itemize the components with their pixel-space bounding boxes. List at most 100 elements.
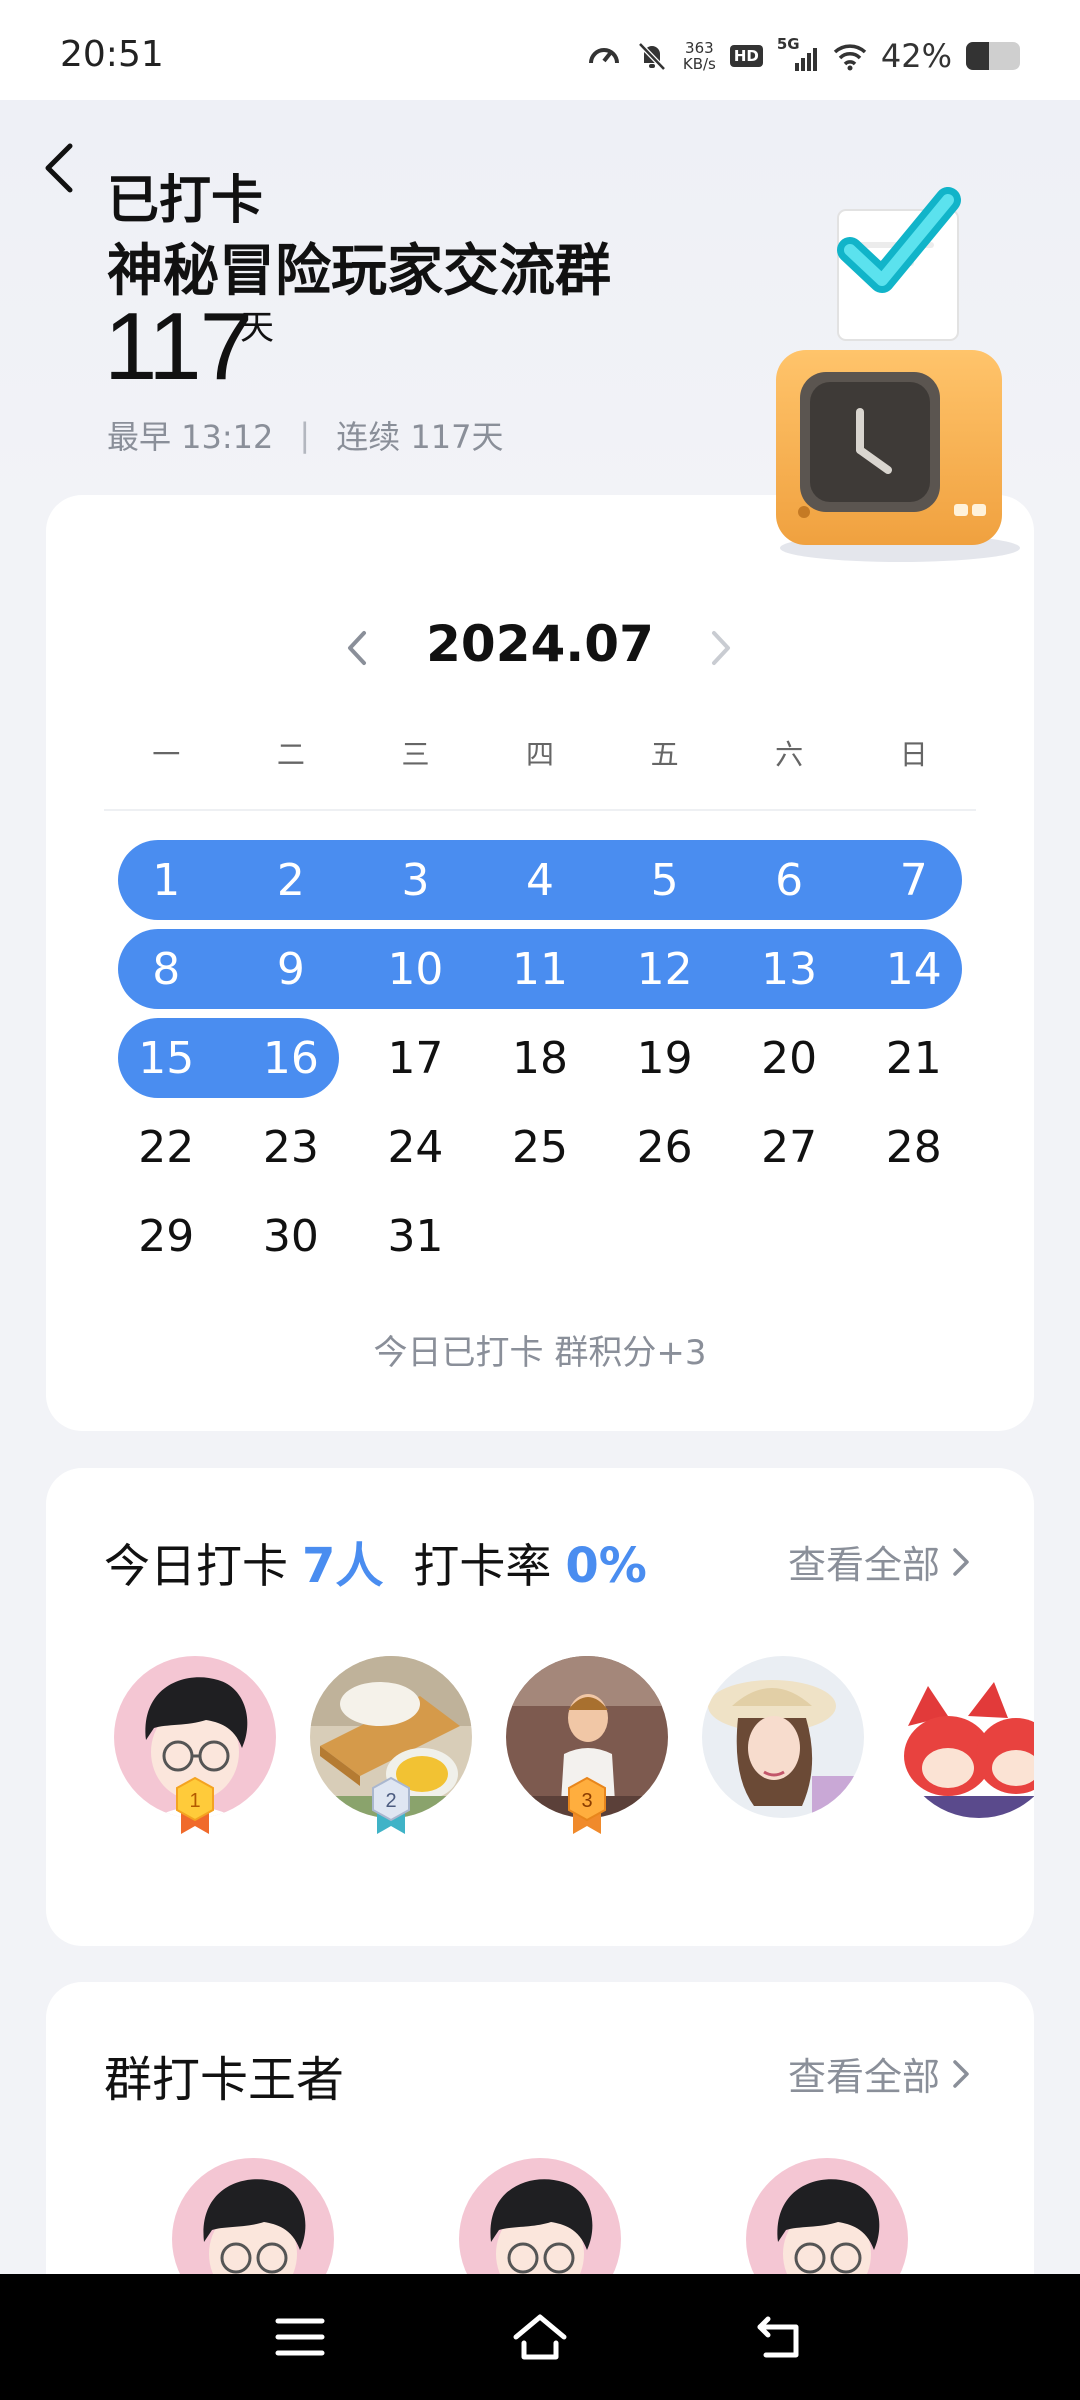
calendar-day[interactable]: 29	[104, 1196, 229, 1276]
calendar-day[interactable]: 24	[353, 1107, 478, 1187]
calendar-week-row: 1234567	[104, 840, 976, 929]
view-all-label: 查看全部	[787, 2055, 940, 2099]
calendar-week-row: 22 23 24 25 26 27 28	[104, 1107, 976, 1196]
calendar-day[interactable]: 2	[229, 840, 354, 920]
medal-rank-3: 3	[581, 1790, 592, 1812]
signal-5g-icon: 5G	[777, 35, 819, 73]
earliest-time: 最早 13:12	[107, 418, 274, 456]
weekday-label: 四	[526, 738, 555, 771]
calendar-day[interactable]: 3	[353, 840, 478, 920]
avatar[interactable]	[898, 1656, 1034, 1818]
weekday-label: 三	[401, 738, 430, 771]
king-view-all-link[interactable]: 查看全部	[788, 2046, 972, 2101]
status-bar: 20:51 363 KB/s HD 5G 42%	[0, 0, 1080, 100]
calendar-week-row: 29 30 31	[104, 1196, 976, 1285]
today-count: 7人	[302, 1538, 384, 1594]
checkin-days-count: 117	[104, 293, 253, 400]
weekday-label: 六	[775, 738, 804, 771]
weekday-label: 日	[899, 738, 928, 771]
today-checkin-card: 今日打卡 7人 打卡率 0% 查看全部 1 2 3	[46, 1468, 1034, 1946]
calendar-day[interactable]: 20	[727, 1018, 852, 1098]
calendar-day[interactable]: 18	[478, 1018, 603, 1098]
calendar-day[interactable]: 6	[727, 840, 852, 920]
today-avatar-list: 1 2 3	[114, 1656, 1034, 1846]
calendar-day[interactable]: 1	[104, 840, 229, 920]
next-month-button[interactable]	[700, 623, 740, 673]
calendar-day[interactable]: 26	[602, 1107, 727, 1187]
today-summary: 今日打卡 7人 打卡率 0%	[104, 1526, 647, 1596]
menu-icon[interactable]	[270, 2309, 330, 2365]
signal-bars-icon	[794, 48, 817, 71]
chevron-right-icon	[953, 2059, 969, 2088]
medal-rank-2: 2	[385, 1790, 396, 1812]
calendar-day[interactable]: 4	[478, 840, 603, 920]
weekday-header: 一二三四五六日	[104, 733, 976, 773]
calendar-day[interactable]: 22	[104, 1107, 229, 1187]
battery-percent: 42%	[880, 37, 952, 75]
king-title: 群打卡王者	[104, 2052, 345, 2108]
system-nav-bar	[0, 2274, 1080, 2400]
checkin-days-unit: 天	[240, 308, 274, 348]
checkin-meta: 最早 13:12 | 连续 117天	[107, 412, 503, 458]
home-icon[interactable]	[510, 2309, 570, 2365]
checkin-rate: 0%	[565, 1538, 647, 1594]
month-navigator: 2024.07	[46, 615, 1034, 685]
calendar-divider	[104, 809, 976, 811]
gold-medal-icon: 1	[176, 1776, 214, 1834]
calendar-day[interactable]: 31	[353, 1196, 478, 1276]
today-view-all-link[interactable]: 查看全部	[788, 1534, 972, 1589]
calendar-day[interactable]: 30	[229, 1196, 354, 1276]
calendar-week-row: 15 16 17 18 19 20 21	[104, 1018, 976, 1107]
checkin-machine-illustration	[776, 187, 1020, 562]
back-nav-icon[interactable]	[752, 2309, 812, 2365]
prev-month-button[interactable]	[338, 623, 378, 673]
weekday-label: 二	[276, 738, 305, 771]
net-speed: 363 KB/s	[683, 40, 716, 72]
silver-medal-icon: 2	[372, 1776, 410, 1834]
net-speed-value: 363	[685, 39, 714, 57]
calendar-day[interactable]: 9	[229, 929, 354, 1009]
chevron-right-icon	[953, 1547, 969, 1576]
medal-rank-1: 1	[189, 1790, 200, 1812]
calendar-day[interactable]: 14	[851, 929, 976, 1009]
calendar-day[interactable]: 12	[602, 929, 727, 1009]
calendar-day[interactable]: 16	[229, 1018, 354, 1098]
battery-fill	[966, 42, 989, 70]
calendar-day[interactable]: 8	[104, 929, 229, 1009]
rate-label: 打卡率	[413, 1539, 552, 1593]
calendar-grid: 1 2 3 4 5 6 7 8 9 10 11 12 13 14 15 16 17 18 19 20 21 22 23 24 2…	[104, 840, 976, 1285]
view-all-label: 查看全部	[787, 1543, 940, 1587]
calendar-day[interactable]: 15	[104, 1018, 229, 1098]
calendar-day[interactable]: 28	[851, 1107, 976, 1187]
calendar-day[interactable]: 23	[229, 1107, 354, 1187]
status-icons: 363 KB/s HD 5G 42%	[587, 35, 1020, 76]
status-time: 20:51	[60, 34, 164, 75]
battery-icon	[966, 42, 1020, 70]
checkin-status-text: 今日已打卡 群积分+3	[373, 1333, 707, 1373]
calendar-day[interactable]: 21	[851, 1018, 976, 1098]
back-button[interactable]	[36, 138, 86, 198]
calendar-day[interactable]: 17	[353, 1018, 478, 1098]
calendar-month: 2024.07	[426, 615, 654, 673]
calendar-day[interactable]: 11	[478, 929, 603, 1009]
calendar-day[interactable]: 5	[602, 840, 727, 920]
weekday-label: 五	[650, 738, 679, 771]
page-title: 已打卡	[107, 171, 264, 231]
today-label: 今日打卡	[104, 1539, 288, 1593]
calendar-day[interactable]: 7	[851, 840, 976, 920]
speedometer-icon	[588, 48, 619, 64]
calendar-day[interactable]: 27	[727, 1107, 852, 1187]
calendar-day[interactable]: 25	[478, 1107, 603, 1187]
meta-separator: |	[299, 416, 311, 454]
bronze-medal-icon: 3	[568, 1776, 606, 1834]
calendar-week-row: 8 9 10 11 12 13 14	[104, 929, 976, 1018]
net-speed-unit: KB/s	[682, 55, 716, 73]
calendar-day[interactable]: 10	[353, 929, 478, 1009]
streak-days: 连续 117天	[336, 418, 504, 456]
calendar-day[interactable]: 13	[727, 929, 852, 1009]
weekday-label: 一	[152, 738, 181, 771]
calendar-card: 2024.07 一二三四五六日 1 2 3 4 5 6 7 8 9 10 11 12 13 14 15 16 1…	[46, 495, 1034, 1431]
mute-bell-icon	[638, 42, 666, 71]
calendar-day[interactable]: 19	[602, 1018, 727, 1098]
avatar[interactable]	[702, 1656, 864, 1818]
